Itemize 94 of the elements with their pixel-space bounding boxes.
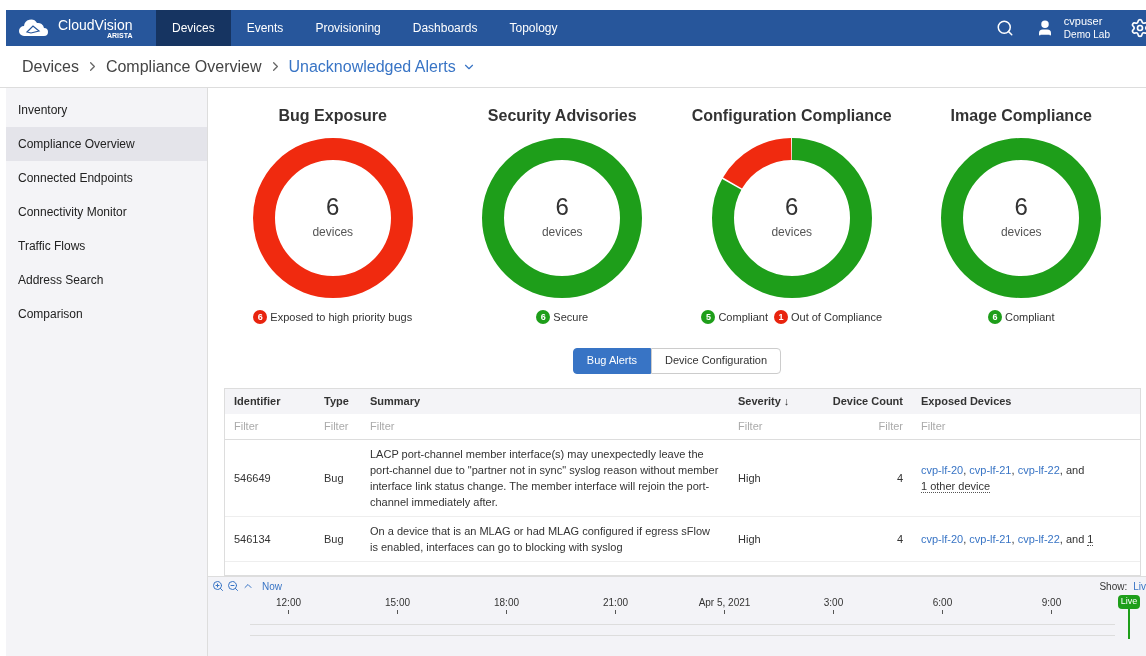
table-cell: High	[729, 439, 822, 517]
comma-text: ,	[963, 533, 967, 545]
breadcrumb-link[interactable]: Compliance Overview	[105, 54, 262, 79]
table-cell: High	[729, 516, 822, 562]
more-devices-link[interactable]: 1	[1087, 533, 1094, 546]
nav-tab[interactable]: Provisioning	[299, 10, 397, 46]
table-cell: Bug	[315, 439, 361, 517]
more-devices-link[interactable]: 1 other device	[921, 480, 991, 493]
time-tick-label: 18:00	[494, 596, 519, 610]
zoom-in-icon[interactable]	[212, 580, 224, 592]
show-label: Show:	[1099, 579, 1128, 594]
sidebar-item[interactable]: Traffic Flows	[6, 229, 207, 263]
hostname-link[interactable]: cvp-lf-21	[969, 464, 1012, 476]
chart-title: Image Compliance	[950, 106, 1092, 126]
filter-field[interactable]: Filter	[324, 418, 352, 435]
conjunction-text: and	[1065, 533, 1085, 545]
count-badge: 6	[253, 310, 268, 325]
time-tick-label: Apr 5, 2021	[698, 596, 751, 610]
nav-tab[interactable]: Dashboards	[396, 10, 494, 46]
table-cell: On a device that is an MLAG or had MLAG configured if egress sFlow is enabled, interfaces can go to blocking with syslog	[361, 516, 729, 562]
sidebar-item[interactable]: Compliance Overview	[6, 127, 207, 161]
view-tab[interactable]: Device Configuration	[651, 347, 782, 374]
view-tab[interactable]: Bug Alerts	[572, 347, 651, 374]
sidebar-item[interactable]: Connected Endpoints	[6, 161, 207, 195]
now-button[interactable]: Now	[262, 578, 282, 594]
time-tick-label: 9:00	[1041, 596, 1062, 610]
legend-label: Secure	[553, 310, 589, 325]
count-unit: devices	[1000, 224, 1042, 241]
breadcrumb-link[interactable]: Devices	[22, 54, 79, 79]
device-count: 6	[785, 195, 799, 219]
nav-tab[interactable]: Devices	[156, 10, 231, 46]
filter-field[interactable]: Filter	[234, 418, 306, 435]
comma-text: ,	[1011, 464, 1015, 476]
time-tick-label: 3:00	[823, 596, 844, 610]
table-cell: LACP port-channel member interface(s) may unexpectedly leave the port-channel due to "partner not in sync" syslog reason without member interface link status change. The member interface will rejoin the port-channel immediately after.	[361, 439, 729, 517]
count-badge: 6	[988, 310, 1002, 325]
device-count: 6	[555, 195, 569, 219]
table-cell: Bug	[315, 516, 361, 562]
brand-name: CloudVision	[58, 17, 133, 32]
sidebar-item[interactable]: Address Search	[6, 263, 207, 297]
count-badge: 5	[701, 310, 716, 325]
table-cell: 546649	[225, 439, 315, 517]
column-header[interactable]: Exposed Devices	[912, 388, 1140, 414]
time-tick-label: 6:00	[932, 596, 953, 610]
legend-label: Exposed to high priority bugs	[270, 310, 413, 325]
device-count: 6	[326, 195, 340, 219]
comma-text: ,	[1059, 464, 1063, 476]
sidebar-item[interactable]: Inventory	[6, 93, 207, 127]
nav-tab[interactable]: Events	[230, 10, 300, 46]
column-header[interactable]: Device Count	[822, 388, 912, 414]
sidebar-item[interactable]: Connectivity Monitor	[6, 195, 207, 229]
settings-icon[interactable]	[1130, 18, 1146, 38]
count-badge: 1	[773, 310, 788, 325]
comma-text: ,	[1011, 533, 1015, 545]
column-header[interactable]: Type	[315, 388, 361, 414]
legend-label: Out of Compliance	[790, 310, 883, 325]
legend-label: Compliant	[1005, 310, 1055, 325]
comma-text: ,	[963, 464, 967, 476]
count-unit: devices	[541, 224, 583, 241]
table-cell: 4	[822, 439, 912, 517]
breadcrumb-current[interactable]: Unacknowledged Alerts	[288, 54, 456, 79]
conjunction-text: and	[1065, 464, 1085, 476]
filter-field[interactable]: Filter	[738, 418, 813, 435]
comma-text: ,	[1059, 533, 1063, 545]
hostname-link[interactable]: cvp-lf-22	[1017, 464, 1060, 476]
cloud-logo-icon	[18, 19, 50, 37]
count-badge: 6	[536, 310, 551, 325]
nav-tab[interactable]: Topology	[493, 10, 574, 46]
user-org: Demo Lab	[1063, 28, 1110, 42]
table-cell: 4	[822, 516, 912, 562]
sidebar-item[interactable]: Comparison	[6, 297, 207, 331]
filter-field[interactable]: Filter	[370, 418, 720, 435]
show-value[interactable]: Liv	[1133, 578, 1146, 594]
chart-title: Security Advisories	[487, 106, 637, 126]
column-header[interactable]: Identifier	[225, 388, 315, 414]
filter-field[interactable]: Filter	[921, 418, 1131, 435]
count-unit: devices	[312, 224, 354, 241]
time-tick-label: 21:00	[603, 596, 628, 610]
chart-title: Bug Exposure	[278, 106, 387, 126]
count-unit: devices	[771, 224, 813, 241]
device-count: 6	[1014, 195, 1028, 219]
column-header[interactable]: Severity ↓	[729, 388, 822, 414]
time-tick-label: 12:00	[276, 596, 301, 610]
time-tick-label: 15:00	[385, 596, 410, 610]
filter-field[interactable]: Filter	[831, 418, 903, 435]
legend-label: Compliant	[718, 310, 768, 325]
zoom-out-icon[interactable]	[227, 580, 239, 592]
user-name: cvpuser	[1063, 14, 1104, 29]
search-icon[interactable]	[995, 19, 1014, 37]
hostname-link[interactable]: cvp-lf-21	[969, 533, 1012, 545]
table-cell: 546134	[225, 516, 315, 562]
chart-title: Configuration Compliance	[691, 106, 892, 126]
hostname-link[interactable]: cvp-lf-22	[1017, 533, 1060, 545]
column-header[interactable]: Summary	[361, 388, 729, 414]
